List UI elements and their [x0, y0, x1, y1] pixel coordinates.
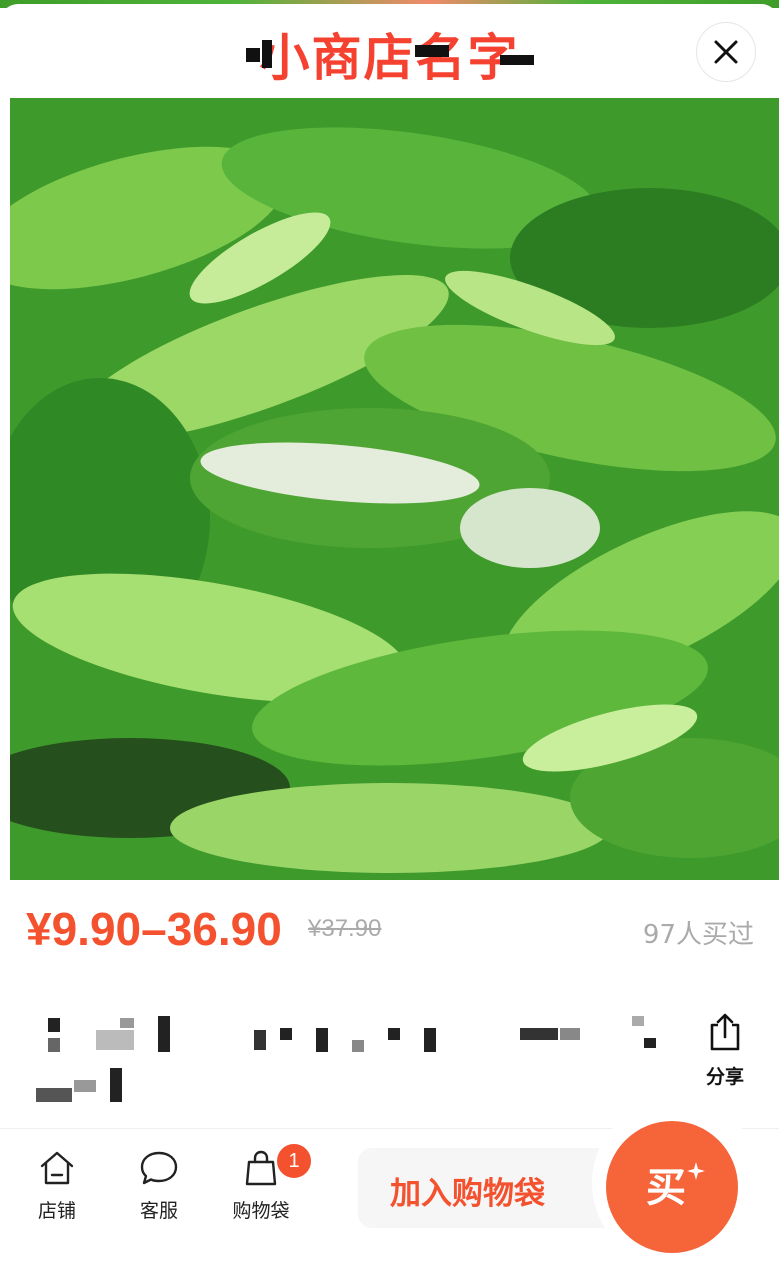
tab-shop-label: 店铺	[37, 1200, 76, 1222]
original-price: ¥37.90	[308, 915, 382, 942]
close-button[interactable]	[696, 22, 756, 82]
shop-name: 小商店名字	[259, 29, 520, 87]
share-label: 分享	[705, 1066, 744, 1088]
price-range: ¥9.90–36.90	[26, 903, 282, 955]
close-icon	[714, 40, 738, 64]
share-icon	[710, 1013, 740, 1051]
tab-shop[interactable]: 店铺	[12, 1148, 102, 1223]
redaction-mark	[500, 55, 534, 65]
home-icon	[40, 1151, 74, 1185]
redaction-mark	[262, 40, 272, 68]
tab-shopping-bag-label: 购物袋	[232, 1200, 290, 1222]
tab-customer-service-label: 客服	[139, 1200, 178, 1222]
product-image-painting	[10, 98, 779, 880]
sparkle-icon	[687, 1162, 705, 1180]
price-row: ¥9.90–36.90 ¥37.90 97人买过	[26, 902, 766, 962]
buy-button[interactable]: 买	[606, 1121, 738, 1253]
sold-count: 97人买过	[642, 920, 754, 950]
tab-customer-service[interactable]: 客服	[114, 1148, 204, 1223]
buy-label: 买	[646, 1165, 686, 1211]
redaction-mark	[246, 48, 260, 62]
share-button[interactable]: 分享	[700, 1012, 750, 1092]
chat-bubble-icon	[140, 1151, 178, 1185]
add-to-bag-label: 加入购物袋	[390, 1176, 545, 1212]
redaction-mark	[415, 45, 449, 57]
cart-count-badge: 1	[275, 1142, 313, 1180]
product-image[interactable]	[10, 98, 779, 880]
